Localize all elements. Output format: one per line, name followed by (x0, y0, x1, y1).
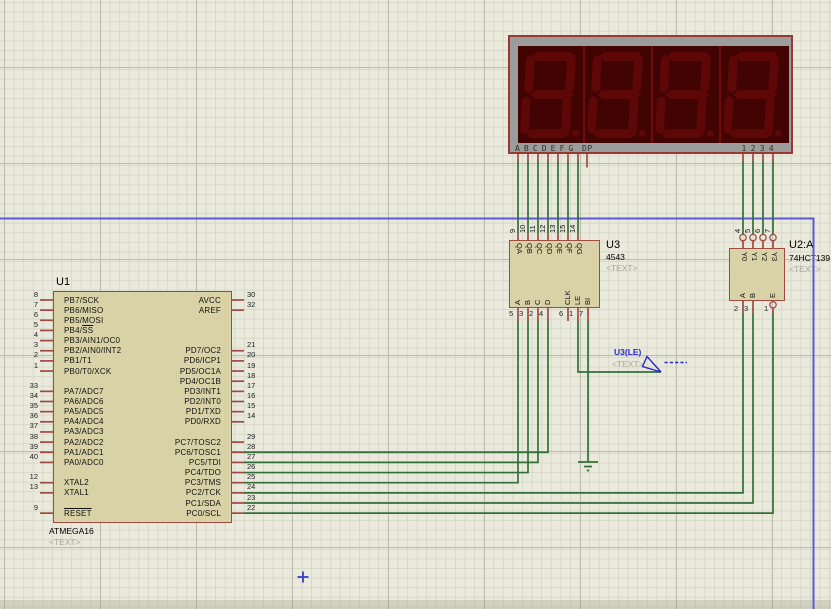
wire-U1-PC3-TMS-to-U3-A[interactable] (244, 321, 519, 484)
wire-U1-PC2-TCK-to-U2-A[interactable] (244, 314, 744, 494)
u2-pin-bubble-Y3 (769, 233, 777, 242)
wiring-layer (0, 154, 815, 609)
u2-pin-bubble-E (769, 300, 777, 309)
u2-pin-bubble-Y1 (749, 233, 757, 242)
region-border[interactable] (0, 217, 815, 609)
u2-pin-bubble-Y2 (759, 233, 767, 242)
wire-U1-PC5-TDI-to-U3-C[interactable] (244, 321, 539, 464)
probe-arrow-icon[interactable] (641, 355, 662, 373)
wire-U1-PC4-TDO-to-U3-B[interactable] (244, 321, 529, 474)
wire-U1-PC6-TOSC1-to-U3-D[interactable] (244, 321, 549, 454)
schematic-canvas: ABCDEFG DP 1234 U1 ATMEGA16 <TEXT> U3 45… (0, 0, 831, 609)
u2-pin-bubble-Y0 (739, 233, 747, 242)
wire-U3-LE-to-PROBE-tip[interactable] (577, 321, 661, 373)
wire-U1-PC1-SDA-to-U2-B[interactable] (244, 314, 754, 504)
